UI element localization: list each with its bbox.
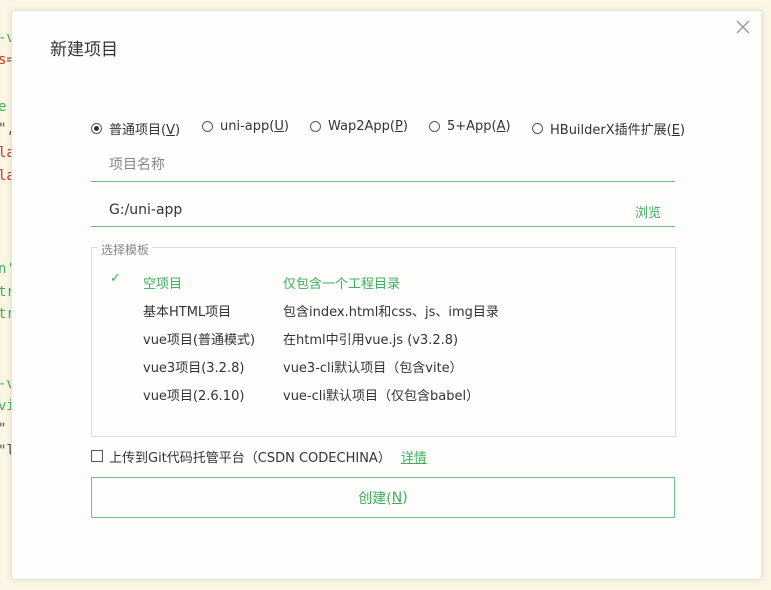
template-name: vue3项目(3.2.8) xyxy=(143,361,245,376)
template-name: vue项目(普通模式) xyxy=(143,333,256,348)
template-row-vue-normal[interactable]: vue项目(普通模式) 在html中引用vue.js (v3.2.8) xyxy=(92,326,675,348)
template-group-legend: 选择模板 xyxy=(98,241,153,258)
radio-label: 普通项目(V) xyxy=(109,123,181,138)
radio-wap2app[interactable]: Wap2App(P) xyxy=(310,119,408,134)
template-group: 选择模板 ✓ 空项目 仅包含一个工程目录 基本HTML项目 包含index.ht… xyxy=(91,241,676,437)
radio-normal-project[interactable]: 普通项目(V) xyxy=(91,119,180,138)
radio-checked-icon xyxy=(91,123,102,134)
git-upload-label: 上传到Git代码托管平台（CSDN CODECHINA） xyxy=(109,450,391,466)
radio-label: uni-app(U) xyxy=(220,119,289,134)
checkmark-icon: ✓ xyxy=(110,271,121,286)
radio-label: HBuilderX插件扩展(E) xyxy=(550,123,686,138)
template-row-empty[interactable]: ✓ 空项目 仅包含一个工程目录 xyxy=(92,270,675,292)
radio-unchecked-icon xyxy=(202,121,213,132)
radio-label: Wap2App(P) xyxy=(328,119,408,134)
radio-5plus-app[interactable]: 5+App(A) xyxy=(429,119,511,134)
radio-uni-app[interactable]: uni-app(U) xyxy=(202,119,289,134)
new-project-dialog: 新建项目 普通项目(V) uni-app(U) Wap2App(P) 5+App… xyxy=(11,10,762,580)
template-row-vue2[interactable]: vue项目(2.6.10) vue-cli默认项目（仅包含babel） xyxy=(92,382,675,404)
project-path-field: 浏览 xyxy=(91,196,675,227)
radio-unchecked-icon xyxy=(310,121,321,132)
project-name-input[interactable] xyxy=(109,153,609,177)
template-desc: 在html中引用vue.js (v3.2.8) xyxy=(283,333,459,348)
git-upload-checkbox[interactable] xyxy=(91,450,103,462)
project-path-input[interactable] xyxy=(109,198,609,222)
code-fragment: e xyxy=(0,99,7,115)
template-desc: vue-cli默认项目（仅包含babel） xyxy=(283,389,480,404)
create-button[interactable]: 创建(N) xyxy=(91,477,675,518)
details-link[interactable]: 详情 xyxy=(401,447,427,466)
template-name: vue项目(2.6.10) xyxy=(143,389,245,404)
project-name-field xyxy=(91,151,675,182)
radio-hbuilderx-plugin[interactable]: HBuilderX插件扩展(E) xyxy=(532,119,685,138)
template-name: 空项目 xyxy=(143,277,183,292)
template-name: 基本HTML项目 xyxy=(143,305,232,320)
code-fragment: " xyxy=(0,421,6,437)
browse-button[interactable]: 浏览 xyxy=(635,202,661,221)
template-desc: 仅包含一个工程目录 xyxy=(283,277,401,292)
template-desc: 包含index.html和css、js、img目录 xyxy=(283,305,499,320)
template-row-vue3[interactable]: vue3项目(3.2.8) vue3-cli默认项目（包含vite） xyxy=(92,354,675,376)
dialog-title: 新建项目 xyxy=(50,40,118,60)
radio-label: 5+App(A) xyxy=(447,119,511,134)
template-row-basic-html[interactable]: 基本HTML项目 包含index.html和css、js、img目录 xyxy=(92,298,675,320)
radio-unchecked-icon xyxy=(532,123,543,134)
close-icon[interactable] xyxy=(734,18,752,36)
radio-unchecked-icon xyxy=(429,121,440,132)
template-desc: vue3-cli默认项目（包含vite） xyxy=(283,361,463,376)
git-upload-option: 上传到Git代码托管平台（CSDN CODECHINA） 详情 xyxy=(91,447,427,466)
